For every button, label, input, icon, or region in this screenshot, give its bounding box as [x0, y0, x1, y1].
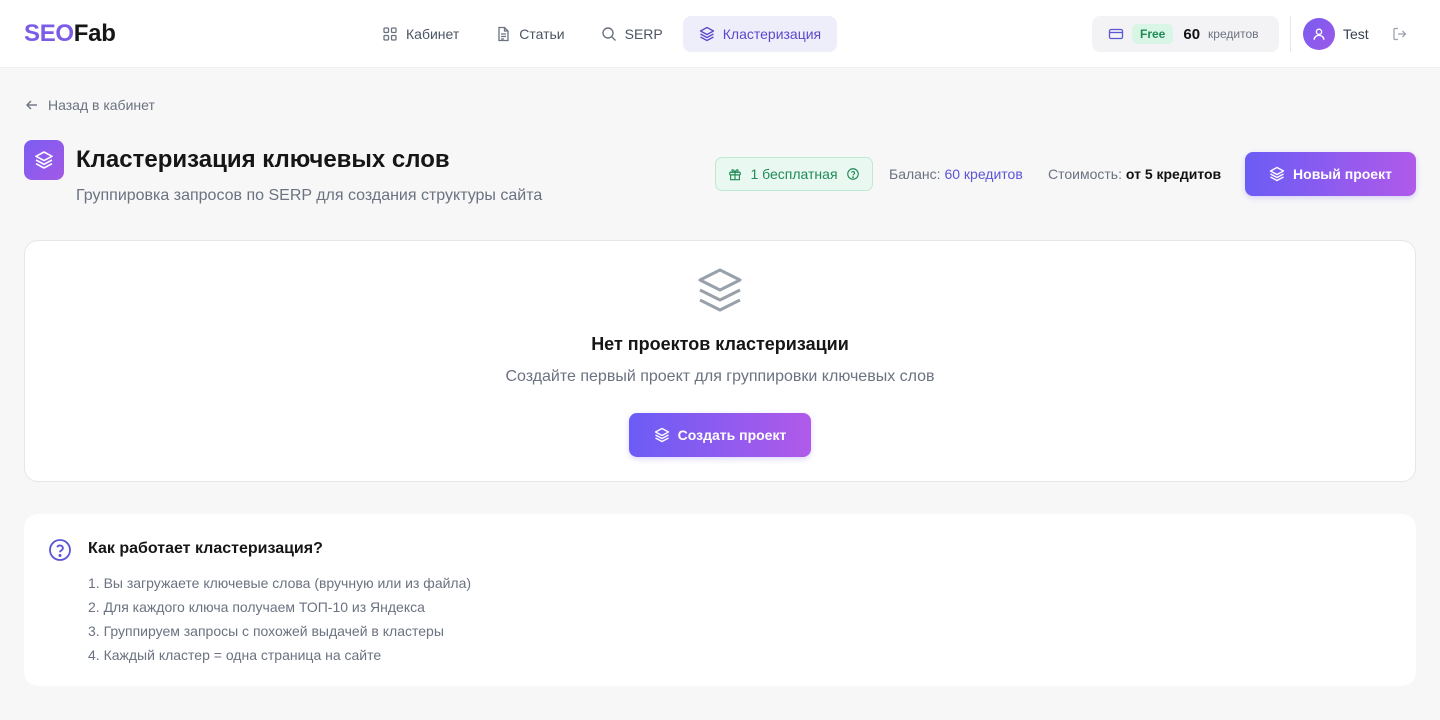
- nav-item-label: Кабинет: [406, 26, 460, 42]
- credit-card-icon: [1108, 28, 1124, 40]
- arrow-left-icon: [26, 100, 37, 110]
- nav-item-label: Статьи: [519, 26, 565, 42]
- list-item: 2. Для каждого ключа получаем ТОП-10 из …: [88, 599, 425, 615]
- credits-pill[interactable]: Free 60 кредитов: [1092, 16, 1279, 52]
- layers-icon: [699, 26, 714, 42]
- back-link[interactable]: Назад в кабинет: [24, 97, 155, 113]
- balance-value: 60 кредитов: [944, 166, 1023, 182]
- nav-item-cabinet[interactable]: Кабинет: [366, 16, 475, 52]
- empty-state-title: Нет проектов кластеризации: [591, 334, 849, 354]
- user-name[interactable]: Test: [1343, 26, 1369, 42]
- empty-state-subtitle: Создайте первый проект для группировки к…: [505, 368, 935, 385]
- header-divider: [1290, 16, 1291, 52]
- help-icon: [846, 168, 859, 180]
- top-header: SEOFab Кабинет Статьи SERP Кластеризация…: [0, 0, 1440, 68]
- layers-icon: [1269, 166, 1285, 182]
- logo-seo-text: SEO: [24, 20, 74, 47]
- nav-item-label: Кластеризация: [722, 26, 822, 42]
- create-project-label: Создать проект: [677, 427, 787, 443]
- user-icon: [1313, 28, 1325, 40]
- avatar[interactable]: [1303, 18, 1335, 50]
- logo[interactable]: SEOFab: [24, 20, 116, 48]
- logo-fab-text: Fab: [73, 20, 116, 47]
- question-circle-icon: [49, 539, 71, 561]
- cost-info: Стоимость: от 5 кредитов: [1048, 166, 1221, 182]
- document-icon: [498, 26, 509, 42]
- free-clustering-badge[interactable]: 1 бесплатная: [715, 157, 873, 191]
- list-item: 3. Группируем запросы с похожей выдачей …: [88, 623, 444, 639]
- create-project-button[interactable]: Создать проект: [629, 413, 811, 457]
- balance-label: Баланс:: [889, 166, 941, 182]
- new-project-label: Новый проект: [1293, 166, 1392, 182]
- nav-item-serp[interactable]: SERP: [585, 16, 679, 52]
- grid-icon: [383, 27, 397, 41]
- list-item: 4. Каждый кластер = одна страница на сай…: [88, 647, 382, 663]
- layers-icon: [698, 268, 742, 312]
- nav-item-articles[interactable]: Статьи: [479, 16, 580, 52]
- cost-value: от 5 кредитов: [1125, 166, 1222, 182]
- credits-label: кредитов: [1208, 27, 1259, 41]
- page-icon: [24, 140, 64, 180]
- gift-icon: [729, 169, 742, 181]
- how-it-works-steps: 1. Вы загружаете ключевые слова (вручную…: [88, 571, 471, 667]
- nav-item-label: SERP: [624, 26, 663, 42]
- page-subtitle: Группировка запросов по SERP для создани…: [76, 187, 543, 204]
- balance-info: Баланс: 60 кредитов: [889, 166, 1023, 182]
- cost-label: Стоимость:: [1048, 166, 1122, 182]
- how-it-works-title: Как работает кластеризация?: [88, 540, 323, 557]
- logout-icon[interactable]: [1392, 26, 1408, 42]
- credits-value: 60: [1183, 25, 1201, 43]
- page-title: Кластеризация ключевых слов: [76, 146, 450, 173]
- layers-icon: [35, 151, 53, 169]
- list-item: 1. Вы загружаете ключевые слова (вручную…: [88, 575, 472, 591]
- layers-icon: [654, 427, 669, 443]
- search-icon: [601, 27, 616, 41]
- main-nav: Кабинет Статьи SERP Кластеризация: [366, 16, 838, 52]
- free-badge-label: 1 бесплатная: [750, 166, 838, 182]
- nav-item-clustering[interactable]: Кластеризация: [682, 16, 838, 52]
- back-link-label: Назад в кабинет: [48, 97, 155, 113]
- plan-badge: Free: [1132, 24, 1174, 44]
- new-project-button[interactable]: Новый проект: [1245, 152, 1416, 196]
